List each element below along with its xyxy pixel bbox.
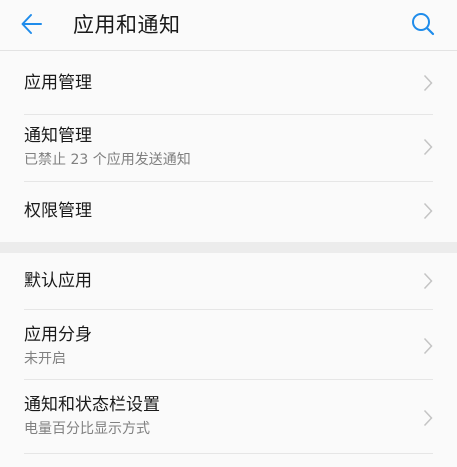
list-item-app-management[interactable]: 应用管理 — [0, 52, 457, 115]
chevron-right-icon — [421, 271, 435, 291]
list-item-subtitle: 未开启 — [24, 351, 66, 367]
chevron-right-icon — [421, 73, 435, 93]
list-item-label: 默认应用 — [24, 271, 92, 291]
list-item-notification-management[interactable]: 通知管理 已禁止 23 个应用发送通知 — [0, 115, 457, 182]
list-item-subtitle: 电量百分比显示方式 — [24, 421, 150, 437]
list-item-default-apps[interactable]: 默认应用 — [0, 253, 457, 310]
list-item-notification-statusbar-settings[interactable]: 通知和状态栏设置 电量百分比显示方式 — [0, 380, 457, 454]
settings-page: 应用和通知 应用管理 通知管理 已禁止 23 个应用发送通知 权限管理 默认应用… — [0, 0, 457, 467]
settings-group-apps: 应用管理 通知管理 已禁止 23 个应用发送通知 权限管理 — [0, 52, 457, 242]
back-button[interactable] — [14, 8, 50, 44]
list-item-label: 权限管理 — [24, 201, 92, 221]
search-button[interactable] — [405, 8, 441, 44]
chevron-right-icon — [421, 408, 435, 428]
divider — [24, 453, 433, 454]
settings-group-defaults: 默认应用 应用分身 未开启 通知和状态栏设置 电量百分比显示方式 — [0, 253, 457, 454]
list-item-label: 通知管理 — [24, 126, 92, 146]
list-item-label: 通知和状态栏设置 — [24, 395, 160, 415]
chevron-right-icon — [421, 201, 435, 221]
search-icon — [410, 11, 436, 41]
chevron-right-icon — [421, 137, 435, 157]
app-bar: 应用和通知 — [0, 0, 457, 51]
page-title: 应用和通知 — [73, 13, 181, 37]
section-gap — [0, 242, 457, 253]
list-item-permission-management[interactable]: 权限管理 — [0, 182, 457, 242]
list-item-app-twin[interactable]: 应用分身 未开启 — [0, 310, 457, 380]
list-item-label: 应用管理 — [24, 73, 92, 93]
back-arrow-icon — [20, 12, 44, 40]
chevron-right-icon — [421, 336, 435, 356]
list-item-subtitle: 已禁止 23 个应用发送通知 — [24, 152, 191, 168]
list-item-label: 应用分身 — [24, 325, 92, 345]
